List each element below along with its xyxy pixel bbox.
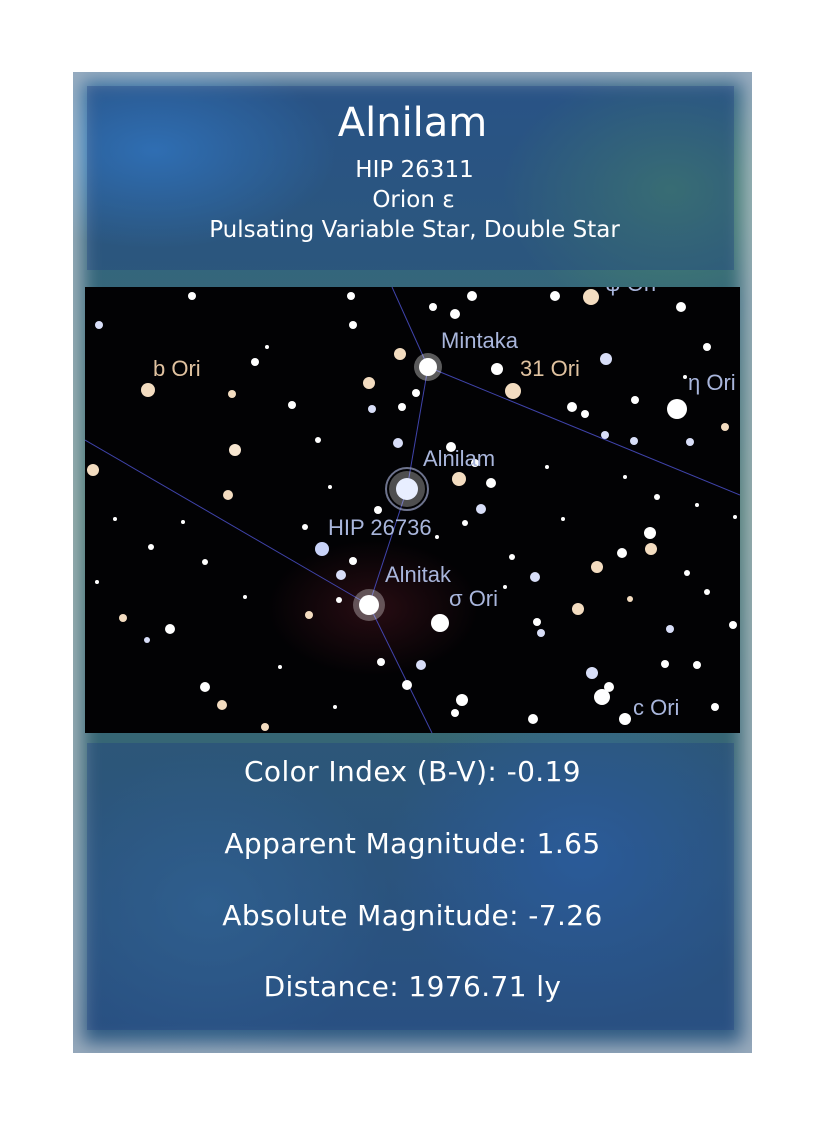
label-hip-26736: HIP 26736 bbox=[328, 515, 432, 540]
label-mintaka: Mintaka bbox=[441, 328, 519, 353]
star-constellation: Orion ε bbox=[372, 187, 455, 213]
sky-map-canvas: Mintaka b Ori 31 Ori η Ori Alnilam HIP 2… bbox=[85, 287, 740, 733]
label-b-ori: b Ori bbox=[153, 356, 201, 381]
star-type: Pulsating Variable Star, Double Star bbox=[209, 217, 620, 243]
color-index-value: Color Index (B-V): -0.19 bbox=[243, 755, 582, 788]
label-top-partial: ψ Ori bbox=[605, 287, 656, 296]
label-sigma-ori: σ Ori bbox=[449, 586, 498, 611]
star-name: Alnilam bbox=[337, 100, 488, 146]
star-catalog-id: HIP 26311 bbox=[355, 157, 474, 183]
sky-map: Mintaka b Ori 31 Ori η Ori Alnilam HIP 2… bbox=[85, 287, 740, 733]
label-c-ori: c Ori bbox=[633, 695, 679, 720]
label-31-ori: 31 Ori bbox=[520, 356, 580, 381]
distance-value: Distance: 1976.71 ly bbox=[263, 970, 562, 1003]
label-alnilam: Alnilam bbox=[423, 446, 495, 471]
label-alnitak: Alnitak bbox=[385, 562, 452, 587]
label-eta-ori: η Ori bbox=[688, 370, 736, 395]
absolute-magnitude-value: Absolute Magnitude: -7.26 bbox=[222, 899, 603, 932]
apparent-magnitude-value: Apparent Magnitude: 1.65 bbox=[224, 827, 601, 860]
